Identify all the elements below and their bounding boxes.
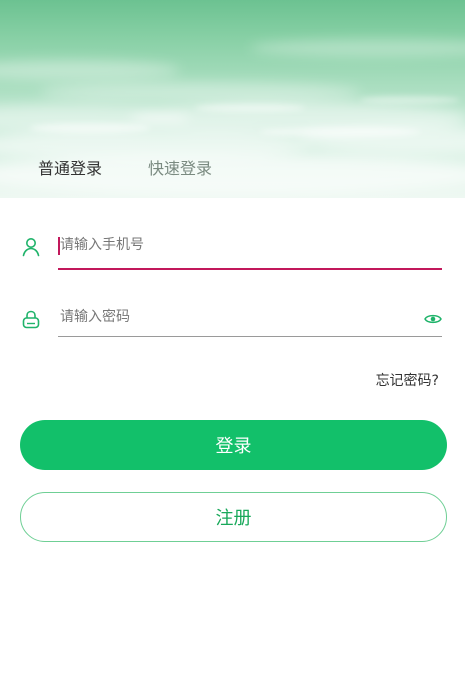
- tab-quick-login[interactable]: 快速登录: [148, 157, 212, 183]
- tab-normal-login[interactable]: 普通登录: [38, 157, 102, 183]
- login-screen: 普通登录 快速登录 忘记密码? 登录 注册: [0, 0, 465, 691]
- user-icon: [22, 238, 40, 257]
- eye-icon[interactable]: [424, 312, 442, 326]
- lock-icon: [22, 310, 40, 329]
- password-field: [20, 298, 444, 338]
- login-mode-tabs: 普通登录 快速登录: [38, 157, 212, 183]
- phone-field: [20, 226, 444, 270]
- password-underline: [58, 336, 442, 337]
- password-input[interactable]: [58, 302, 410, 332]
- phone-input[interactable]: [58, 230, 410, 260]
- login-button[interactable]: 登录: [20, 420, 447, 470]
- register-button[interactable]: 注册: [20, 492, 447, 542]
- text-caret: [58, 237, 60, 255]
- phone-underline: [58, 268, 442, 270]
- forgot-password-link[interactable]: 忘记密码?: [376, 370, 439, 390]
